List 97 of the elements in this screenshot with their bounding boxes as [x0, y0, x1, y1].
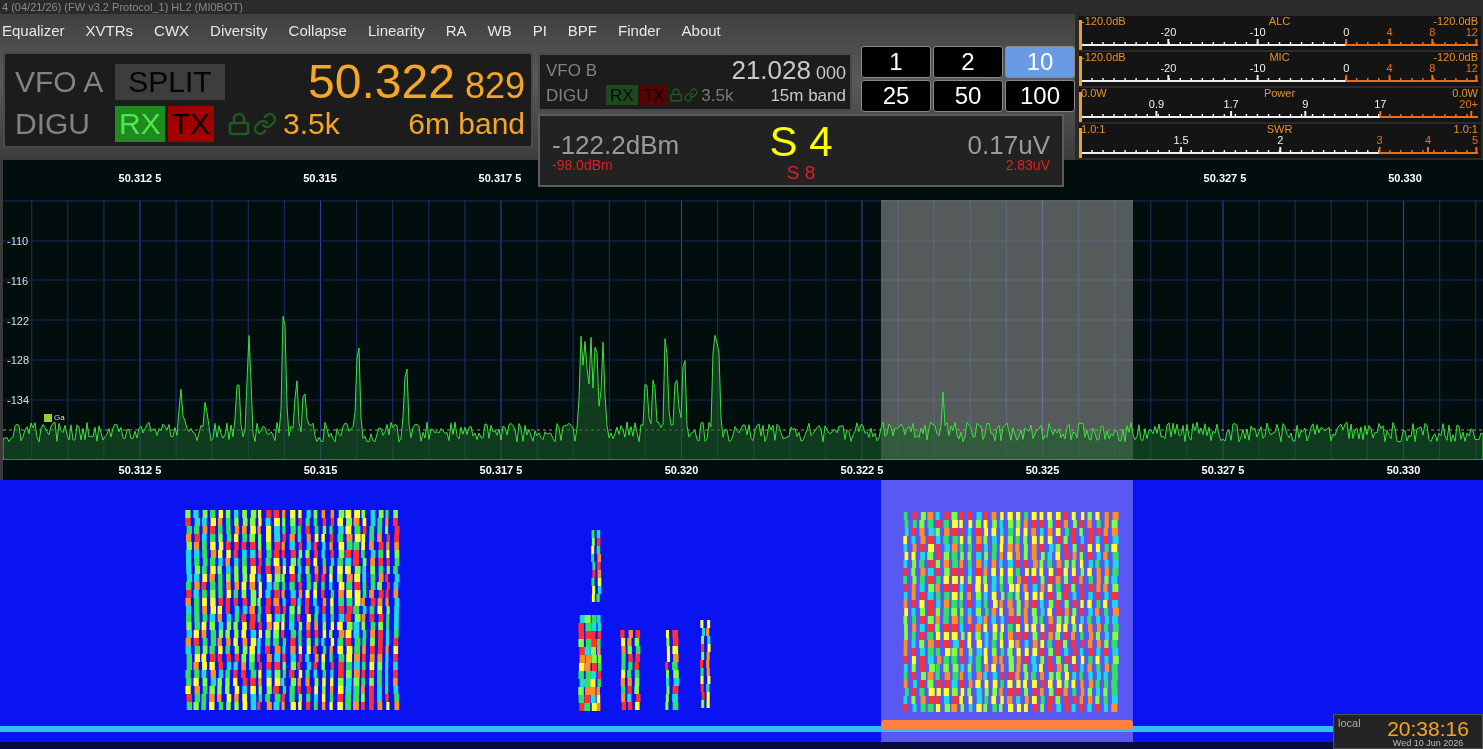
meter-tick-label: -10	[1249, 27, 1266, 38]
frequency-display: 50.322	[308, 58, 455, 106]
peak-s-unit: S 8	[786, 163, 816, 182]
meter-tick-label: 17	[1374, 99, 1387, 110]
band-label: 6m band	[408, 109, 525, 139]
frequency-display: 000	[815, 64, 846, 82]
peak-microvolts: 2.83uV	[1005, 157, 1050, 172]
menu-item[interactable]: XVTRs	[83, 21, 144, 39]
meter-tick-label: 9	[1302, 99, 1309, 110]
peak-dbm: -98.0dBm	[552, 157, 613, 172]
db-tick-label: -116	[7, 274, 29, 287]
lock-icon[interactable]	[669, 88, 684, 102]
meter-tick-label: 0	[1343, 63, 1350, 74]
frequency-tick-label: 50.330	[1386, 464, 1421, 476]
meter-tick-label: 8	[1429, 63, 1436, 74]
frequency-tick-label: 50.322 5	[840, 464, 884, 476]
meter-reading: -120.0dB	[1081, 52, 1126, 63]
meter-tick-label: 4	[1386, 63, 1393, 74]
marker-label: Ga	[53, 414, 66, 422]
menu-item[interactable]: Diversity	[208, 21, 278, 39]
meter-tick-label: -20	[1160, 27, 1177, 38]
frequency-tick-label: 50.317 5	[478, 172, 522, 184]
menu-item[interactable]: PI	[530, 21, 557, 39]
meter-tick-label: 20+	[1459, 99, 1478, 110]
meter-tick-label: 8	[1429, 27, 1436, 38]
vfo-label: VFO B	[546, 61, 598, 79]
menu-item[interactable]: BPF	[565, 21, 608, 39]
frequency-display: 829	[464, 68, 525, 104]
meter-tick-label: 5	[1471, 135, 1478, 146]
meter-tick-label: 1.5	[1173, 135, 1189, 146]
frequency-tick-label: 50.312 5	[118, 172, 162, 184]
meter-tick-label: 12	[1465, 27, 1478, 38]
meter-reading: -120.0dB	[1081, 16, 1126, 27]
lock-icon[interactable]	[227, 112, 251, 136]
db-tick-label: -122	[7, 314, 30, 327]
meter-tick-label: 4	[1386, 27, 1393, 38]
bandwidth-label: 3.5k	[701, 86, 734, 104]
meter-tick-label: -20	[1160, 63, 1177, 74]
meter-reading: 1.0:1	[1081, 124, 1106, 135]
meter-tick-label: 3	[1376, 135, 1383, 146]
frequency-tick-label: 50.327 5	[1201, 464, 1245, 476]
meter-reading: -120.0dB	[1433, 52, 1478, 63]
step-button[interactable]: 2	[933, 46, 1003, 78]
meter-title: ALC	[1268, 16, 1291, 27]
step-button[interactable]: 100	[1005, 80, 1075, 112]
frequency-display: 21.028	[731, 57, 811, 83]
link-icon[interactable]	[684, 88, 699, 102]
meter-title: Power	[1263, 88, 1296, 99]
menu-item[interactable]: CWX	[152, 21, 200, 39]
vfo-label: VFO A	[15, 67, 105, 97]
signal-microvolts: 0.17uV	[967, 131, 1050, 158]
menu-item[interactable]: Linearity	[365, 21, 435, 39]
step-button[interactable]: 1	[861, 46, 931, 78]
menu-item[interactable]: About	[679, 21, 731, 39]
band-label: 15m band	[770, 86, 846, 104]
meter-reading: 0.0W	[1081, 88, 1107, 99]
bandwidth-label: 3.5k	[283, 109, 340, 139]
s-unit-reading: S 4	[769, 121, 833, 163]
meter-title: MIC	[1269, 52, 1290, 63]
clock-date: Wed 10 Jun 2026	[1392, 739, 1464, 748]
clock-time: 20:38:16	[1387, 718, 1469, 739]
meter-tick-label: 2	[1277, 135, 1284, 146]
window-title: 4 (04/21/26) (FW v3.2 Protocol_1) HL2 (MI0BOT)	[2, 1, 243, 13]
menu-item[interactable]: Equalizer	[0, 21, 75, 39]
marker-icon[interactable]	[44, 414, 52, 422]
frequency-tick-label: 50.312 5	[118, 464, 162, 476]
menu-item[interactable]: Collapse	[286, 21, 357, 39]
meter-tick-label: -10	[1249, 63, 1266, 74]
frequency-tick-label: 50.317 5	[479, 464, 523, 476]
mode-label: DIGU	[546, 86, 590, 104]
frequency-tick-label: 50.315	[303, 464, 338, 476]
clock-label: local	[1338, 718, 1362, 731]
db-tick-label: -110	[7, 235, 29, 247]
menu-item[interactable]: RA	[443, 21, 477, 39]
mode-label: DIGU	[15, 109, 91, 139]
menu-item[interactable]: WB	[485, 21, 522, 39]
db-tick-label: -128	[7, 354, 30, 367]
frequency-tick-label: 50.315	[303, 172, 337, 184]
step-button[interactable]: 25	[861, 80, 931, 112]
frequency-tick-label: 50.325	[1025, 464, 1060, 476]
meter-tick-label: 1.7	[1223, 99, 1239, 110]
meter-tick-label: 0	[1343, 27, 1350, 38]
db-tick-label: -134	[7, 394, 30, 407]
signal-dbm: -122.2dBm	[552, 131, 680, 158]
meter-reading: 0.0W	[1452, 88, 1478, 99]
meter-reading: -120.0dB	[1433, 16, 1478, 27]
frequency-tick-label: 50.330	[1388, 172, 1422, 184]
meter-reading: 1.0:1	[1453, 124, 1478, 135]
menu-item[interactable]: Finder	[616, 21, 671, 39]
meter-title: SWR	[1266, 124, 1293, 135]
meter-tick-label: 4	[1424, 135, 1432, 146]
meter-tick-label: 12	[1465, 63, 1478, 74]
frequency-tick-label: 50.327 5	[1203, 172, 1247, 184]
meter-tick-label: 0.9	[1148, 99, 1165, 110]
frequency-tick-label: 50.320	[664, 464, 699, 476]
step-button[interactable]: 50	[933, 80, 1003, 112]
link-icon[interactable]	[253, 112, 277, 136]
